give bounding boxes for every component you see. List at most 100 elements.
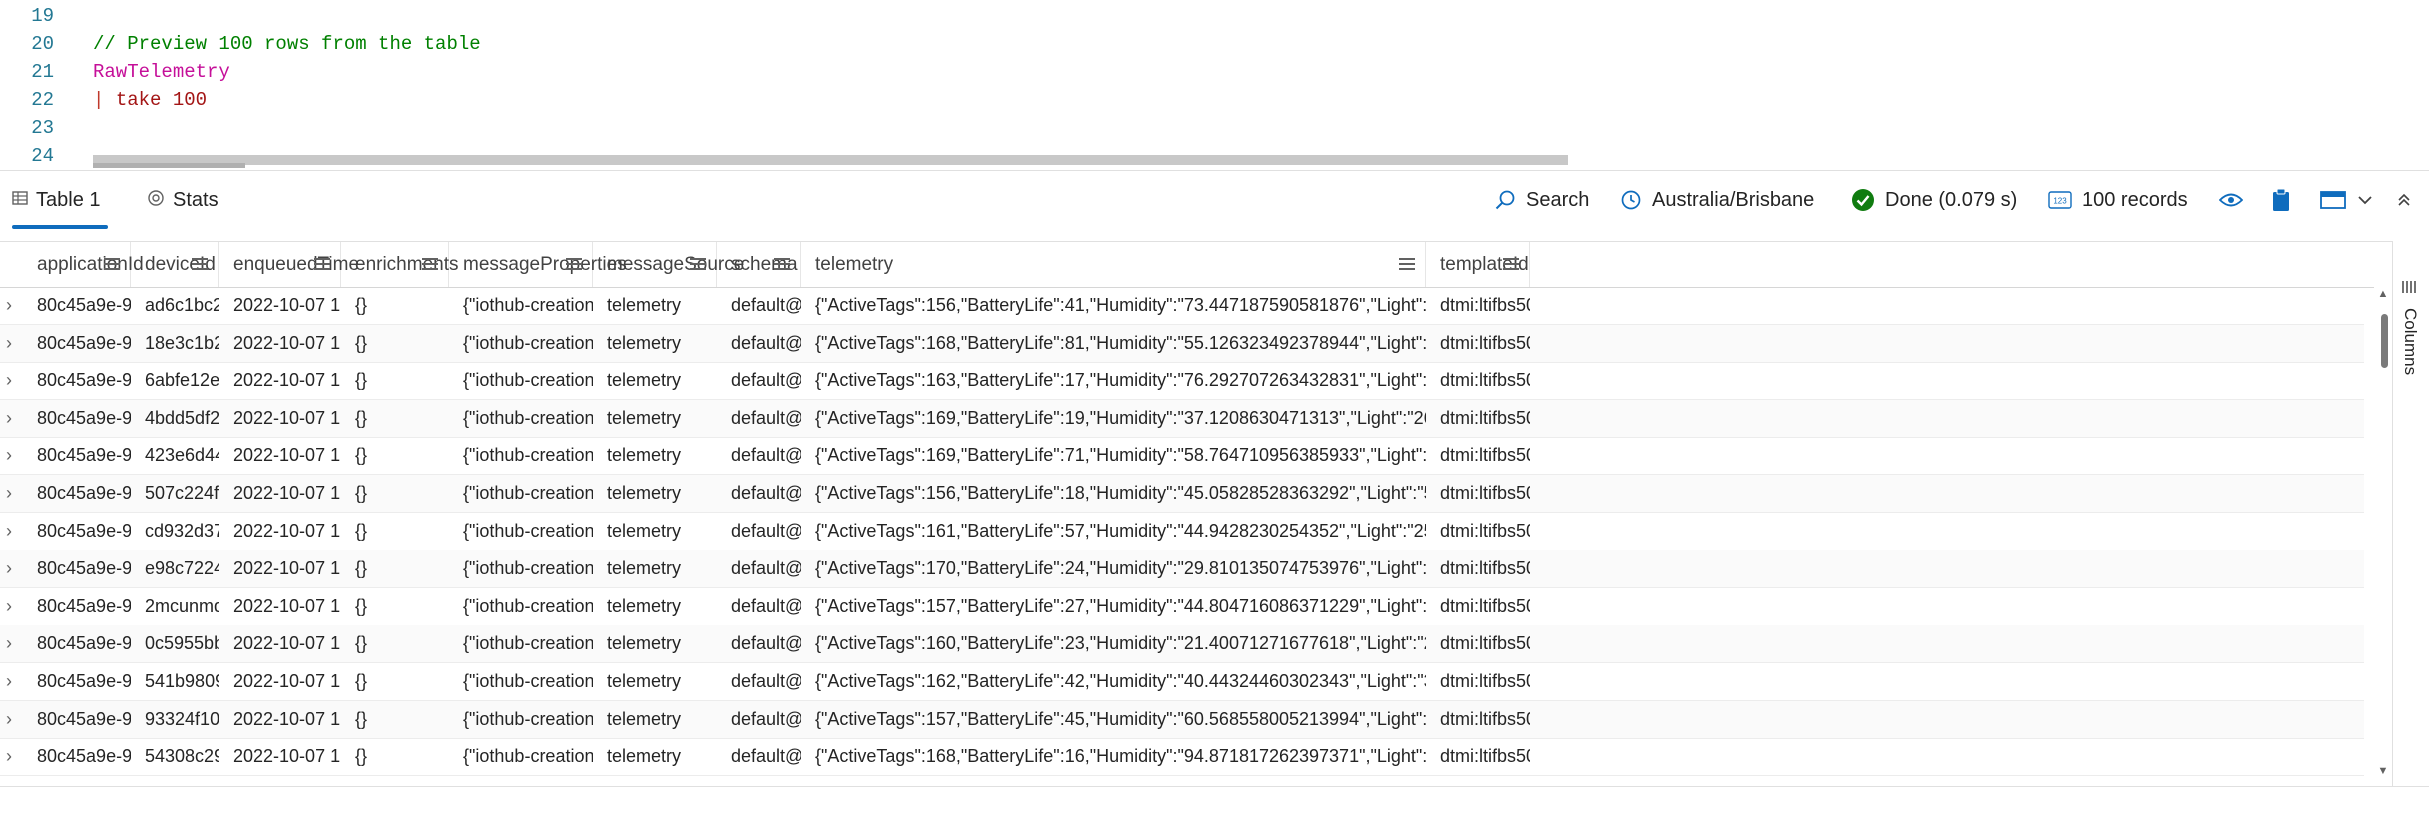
table-row[interactable]: ›80c45a9e-9c03...541b9809-...2022-10-07 …	[0, 663, 2364, 701]
table-row[interactable]: ›80c45a9e-9c03...0c5955bb-...2022-10-07 …	[0, 625, 2364, 664]
column-header-enrichments[interactable]: enrichments	[341, 242, 459, 287]
cell-deviceid[interactable]: 54308c29-...	[131, 738, 219, 775]
cell-schema[interactable]: default@v1	[717, 550, 801, 587]
cell-messagesource[interactable]: telemetry	[593, 550, 717, 587]
cell-telemetry[interactable]: {"ActiveTags":156,"BatteryLife":18,"Humi…	[801, 475, 1426, 512]
table-row[interactable]: ›80c45a9e-9c03...2mcunmd...2022-10-07 16…	[0, 588, 2364, 626]
cell-telemetry[interactable]: {"ActiveTags":157,"BatteryLife":27,"Humi…	[801, 588, 1426, 625]
cell-applicationid[interactable]: 80c45a9e-9c03...	[23, 437, 131, 474]
table-row[interactable]: ›80c45a9e-9c03...507c224f-f...2022-10-07…	[0, 475, 2364, 513]
cell-enrichments[interactable]: {}	[341, 663, 449, 700]
eye-icon[interactable]	[2216, 187, 2246, 213]
cell-deviceid[interactable]: 541b9809-...	[131, 663, 219, 700]
tab-stats[interactable]: Stats	[147, 171, 219, 229]
cell-enrichments[interactable]: {}	[341, 738, 449, 775]
cell-messagesource[interactable]: telemetry	[593, 513, 717, 550]
cell-schema[interactable]: default@v1	[717, 513, 801, 550]
search-button[interactable]: Search	[1494, 171, 1589, 229]
cell-deviceid[interactable]: 423e6d44-...	[131, 437, 219, 474]
cell-enqueuedtime[interactable]: 2022-10-07 16:27...	[219, 701, 341, 738]
cell-templateid[interactable]: dtmi:ltifbs50...	[1426, 738, 1530, 775]
cell-enrichments[interactable]: {}	[341, 625, 449, 662]
scroll-down-icon[interactable]: ▼	[2374, 765, 2392, 779]
editor-horizontal-scrollbar[interactable]	[93, 155, 1568, 165]
cell-schema[interactable]: default@v1	[717, 701, 801, 738]
chevron-down-icon[interactable]	[2354, 187, 2376, 213]
cell-schema[interactable]: default@v1	[717, 400, 801, 437]
cell-messagesource[interactable]: telemetry	[593, 325, 717, 362]
cell-deviceid[interactable]: 2mcunmd...	[131, 588, 219, 625]
cell-messageproperties[interactable]: {"iothub-creation-tim...	[449, 701, 593, 738]
cell-telemetry[interactable]: {"ActiveTags":169,"BatteryLife":71,"Humi…	[801, 437, 1426, 474]
table-row[interactable]: ›80c45a9e-9c03...6abfe12e-...2022-10-07 …	[0, 362, 2364, 401]
column-header-messagesource[interactable]: messageSource	[593, 242, 744, 287]
clipboard-icon[interactable]	[2266, 187, 2296, 213]
cell-enqueuedtime[interactable]: 2022-10-07 16:27...	[219, 475, 341, 512]
cell-templateid[interactable]: dtmi:ltifbs50...	[1426, 325, 1530, 362]
column-menu-icon[interactable]	[1399, 255, 1415, 271]
cell-templateid[interactable]: dtmi:ltifbs50...	[1426, 663, 1530, 700]
cell-enqueuedtime[interactable]: 2022-10-07 16:27...	[219, 513, 341, 550]
cell-enqueuedtime[interactable]: 2022-10-07 16:27...	[219, 588, 341, 625]
collapse-results-icon[interactable]	[2392, 187, 2416, 213]
cell-enqueuedtime[interactable]: 2022-10-07 16:27...	[219, 325, 341, 362]
cell-enrichments[interactable]: {}	[341, 362, 449, 399]
cell-schema[interactable]: default@v1	[717, 287, 801, 324]
table-row[interactable]: ›80c45a9e-9c03...18e3c1b2-...2022-10-07 …	[0, 324, 2364, 363]
cell-templateid[interactable]: dtmi:ltifbs50...	[1426, 550, 1530, 587]
cell-telemetry[interactable]: {"ActiveTags":168,"BatteryLife":81,"Humi…	[801, 325, 1426, 362]
cell-templateid[interactable]: dtmi:ltifbs50...	[1426, 437, 1530, 474]
cell-telemetry[interactable]: {"ActiveTags":168,"BatteryLife":16,"Humi…	[801, 738, 1426, 775]
grid-scrollbar-thumb[interactable]	[2381, 314, 2388, 368]
code-line[interactable]: 19	[0, 2, 1900, 30]
column-header-deviceid[interactable]: deviceId	[131, 242, 219, 287]
cell-applicationid[interactable]: 80c45a9e-9c03...	[23, 325, 131, 362]
cell-templateid[interactable]: dtmi:ltifbs50...	[1426, 400, 1530, 437]
cell-deviceid[interactable]: 18e3c1b2-...	[131, 325, 219, 362]
cell-deviceid[interactable]: 4bdd5df2-...	[131, 400, 219, 437]
cell-deviceid[interactable]: e98c7224-...	[131, 550, 219, 587]
cell-telemetry[interactable]: {"ActiveTags":162,"BatteryLife":42,"Humi…	[801, 663, 1426, 700]
column-menu-icon[interactable]	[690, 255, 706, 271]
cell-messageproperties[interactable]: {"iothub-creation-tim...	[449, 362, 593, 399]
code-line[interactable]: 20 // Preview 100 rows from the table	[0, 30, 1900, 58]
cell-deviceid[interactable]: ad6c1bc2-...	[131, 287, 219, 324]
cell-applicationid[interactable]: 80c45a9e-9c03...	[23, 362, 131, 399]
column-menu-icon[interactable]	[104, 255, 120, 271]
cell-applicationid[interactable]: 80c45a9e-9c03...	[23, 625, 131, 662]
cell-deviceid[interactable]: 6abfe12e-...	[131, 362, 219, 399]
cell-applicationid[interactable]: 80c45a9e-9c03...	[23, 287, 131, 324]
cell-templateid[interactable]: dtmi:ltifbs50...	[1426, 287, 1530, 324]
cell-enrichments[interactable]: {}	[341, 325, 449, 362]
table-row[interactable]: ›80c45a9e-9c03...93324f10-...2022-10-07 …	[0, 700, 2364, 739]
panel-layout-icon[interactable]	[2318, 187, 2348, 213]
cell-messagesource[interactable]: telemetry	[593, 588, 717, 625]
cell-enrichments[interactable]: {}	[341, 400, 449, 437]
column-menu-icon[interactable]	[192, 255, 208, 271]
table-row[interactable]: ›80c45a9e-9c03...e98c7224-...2022-10-07 …	[0, 550, 2364, 589]
cell-messageproperties[interactable]: {"iothub-creation-tim...	[449, 663, 593, 700]
cell-enqueuedtime[interactable]: 2022-10-07 16:27...	[219, 550, 341, 587]
cell-messagesource[interactable]: telemetry	[593, 475, 717, 512]
cell-messageproperties[interactable]: {"iothub-creation-tim...	[449, 325, 593, 362]
query-editor[interactable]: 19 20 // Preview 100 rows from the table 21…	[0, 0, 2429, 170]
cell-enqueuedtime[interactable]: 2022-10-07 16:27...	[219, 437, 341, 474]
cell-enrichments[interactable]: {}	[341, 513, 449, 550]
cell-enrichments[interactable]: {}	[341, 701, 449, 738]
cell-messageproperties[interactable]: {"iothub-creation-tim...	[449, 287, 593, 324]
cell-applicationid[interactable]: 80c45a9e-9c03...	[23, 663, 131, 700]
cell-enqueuedtime[interactable]: 2022-10-07 16:27...	[219, 663, 341, 700]
cell-schema[interactable]: default@v1	[717, 362, 801, 399]
cell-telemetry[interactable]: {"ActiveTags":160,"BatteryLife":23,"Humi…	[801, 625, 1426, 662]
table-row[interactable]: ›80c45a9e-9c03...423e6d44-...2022-10-07 …	[0, 437, 2364, 476]
column-header-applicationid[interactable]: applicationId	[23, 242, 144, 287]
cell-telemetry[interactable]: {"ActiveTags":169,"BatteryLife":19,"Humi…	[801, 400, 1426, 437]
cell-telemetry[interactable]: {"ActiveTags":157,"BatteryLife":45,"Humi…	[801, 701, 1426, 738]
cell-enrichments[interactable]: {}	[341, 550, 449, 587]
cell-applicationid[interactable]: 80c45a9e-9c03...	[23, 475, 131, 512]
cell-applicationid[interactable]: 80c45a9e-9c03...	[23, 400, 131, 437]
cell-enrichments[interactable]: {}	[341, 588, 449, 625]
cell-deviceid[interactable]: 507c224f-f...	[131, 475, 219, 512]
cell-applicationid[interactable]: 80c45a9e-9c03...	[23, 701, 131, 738]
timezone-selector[interactable]: Australia/Brisbane	[1620, 171, 1814, 229]
